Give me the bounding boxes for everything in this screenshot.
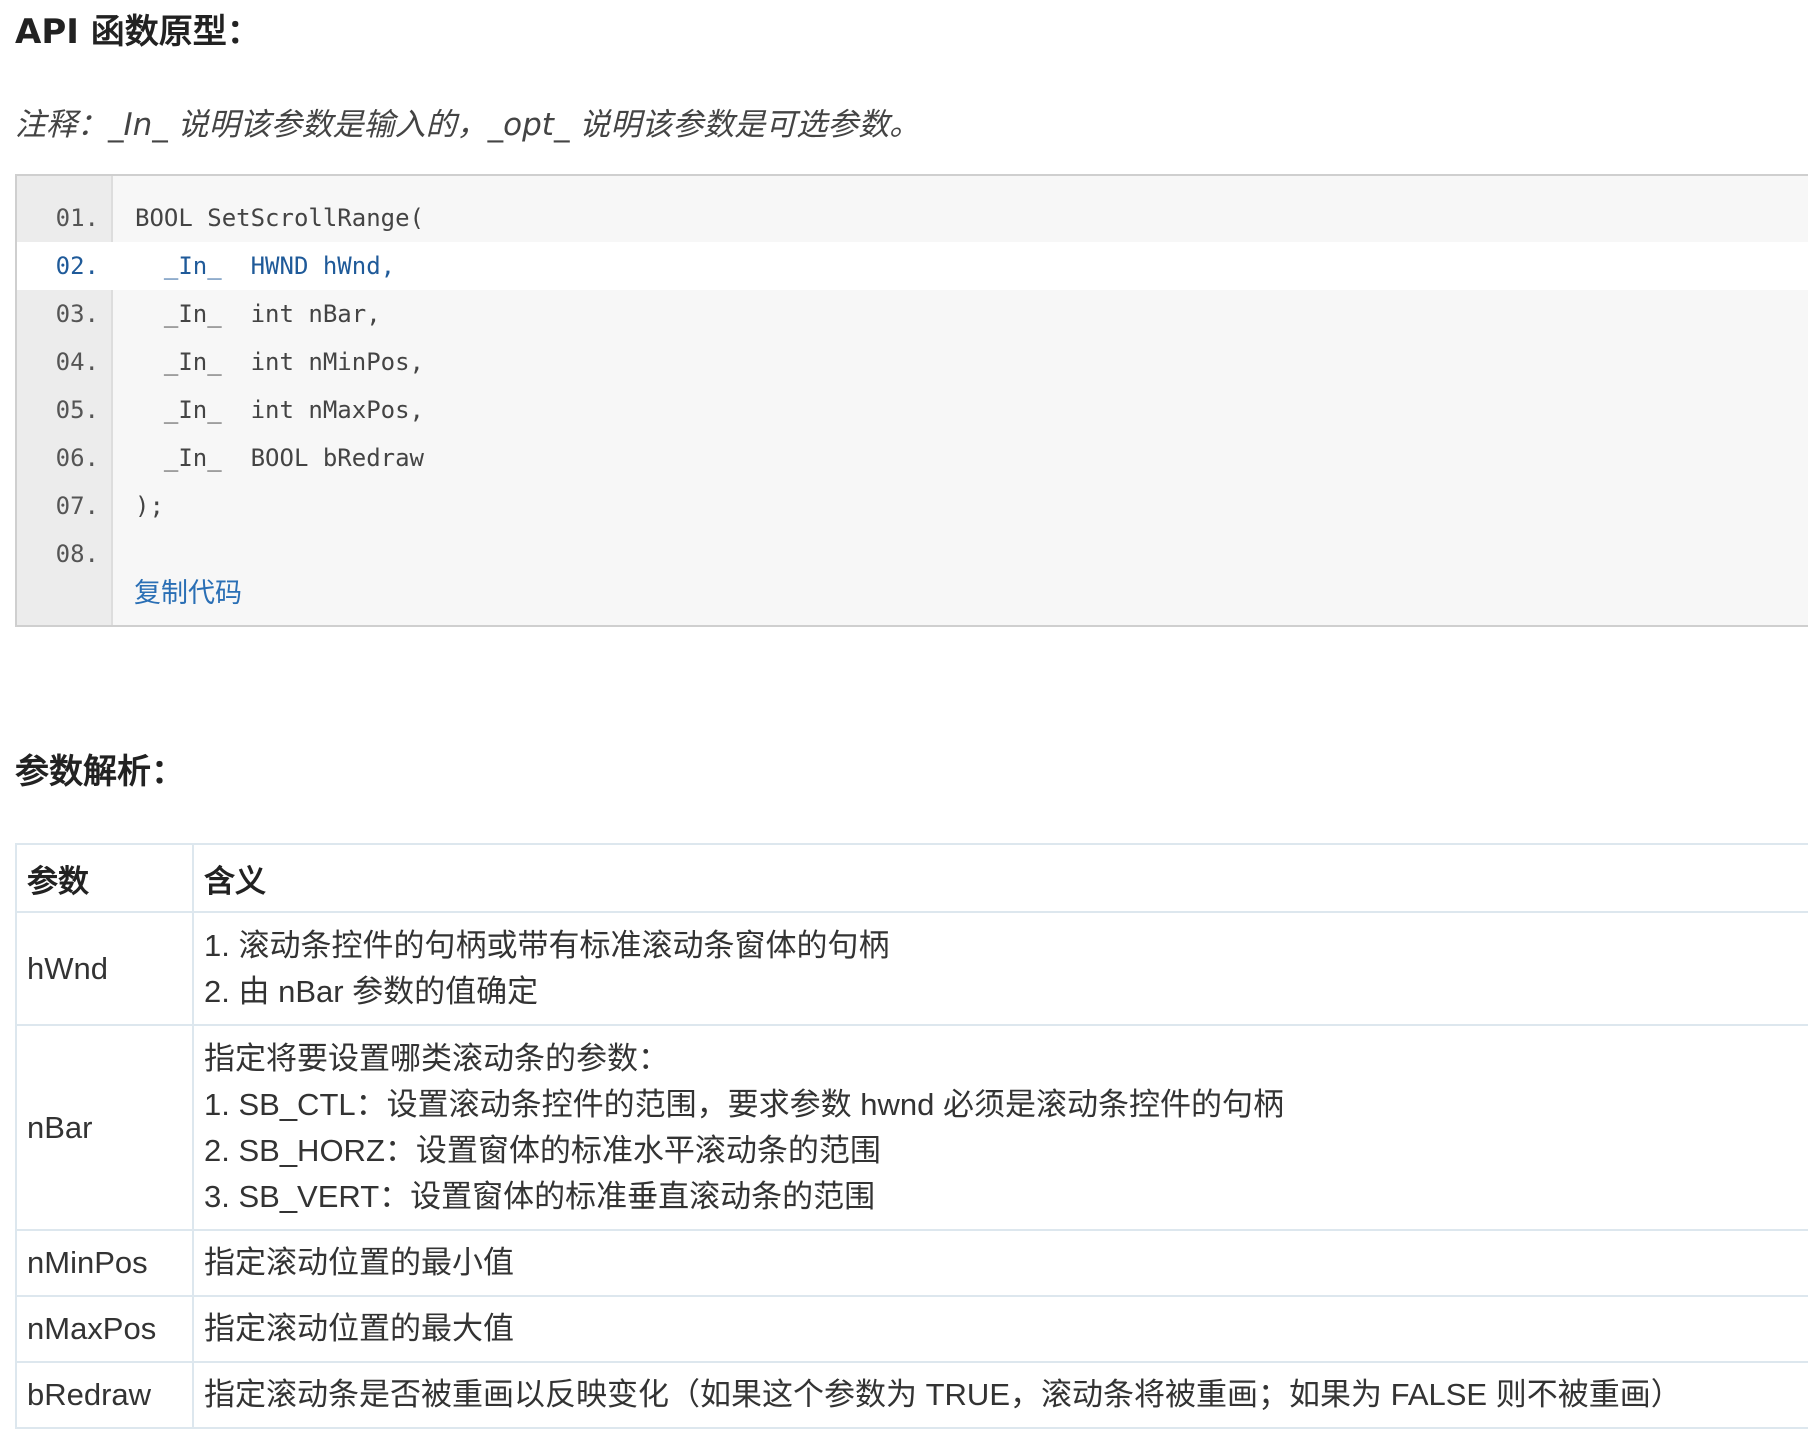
code-text: _In_ int nBar, xyxy=(135,300,381,328)
annotation-note: 注释：_In_ 说明该参数是输入的，_opt_ 说明该参数是可选参数。 xyxy=(15,107,921,143)
line-number: 02. xyxy=(55,252,99,280)
copy-code-link[interactable]: 复制代码 xyxy=(134,576,242,611)
param-name: hWnd xyxy=(15,911,194,1026)
table-row: nMinPos 指定滚动位置的最小值 xyxy=(15,1229,1808,1297)
param-name: nBar xyxy=(15,1024,194,1231)
line-number: 03. xyxy=(55,300,99,328)
line-number: 08. xyxy=(55,540,99,568)
param-meaning: 指定将要设置哪类滚动条的参数： 1. SB_CTL：设置滚动条控件的范围，要求参… xyxy=(192,1024,1808,1231)
api-heading: API 函数原型： xyxy=(15,12,261,52)
code-line-highlighted: 02. _In_ HWND hWnd, xyxy=(17,242,1808,290)
meaning-line: 1. SB_CTL：设置滚动条控件的范围，要求参数 hwnd 必须是滚动条控件的… xyxy=(204,1086,1284,1122)
meaning-line: 2. 由 nBar 参数的值确定 xyxy=(204,973,539,1009)
meaning-line: 指定滚动条是否被重画以反映变化（如果这个参数为 TRUE，滚动条将被重画；如果为… xyxy=(204,1377,1682,1412)
line-number: 07. xyxy=(55,492,99,520)
code-line: 08. xyxy=(17,530,1808,578)
meaning-line: 3. SB_VERT：设置窗体的标准垂直滚动条的范围 xyxy=(204,1178,876,1214)
meaning-line: 1. 滚动条控件的句柄或带有标准滚动条窗体的句柄 xyxy=(204,927,890,963)
param-meaning: 1. 滚动条控件的句柄或带有标准滚动条窗体的句柄 2. 由 nBar 参数的值确… xyxy=(192,911,1808,1026)
meaning-line: 指定滚动位置的最大值 xyxy=(204,1311,514,1346)
code-line: 05. _In_ int nMaxPos, xyxy=(17,386,1808,434)
code-line: 06. _In_ BOOL bRedraw xyxy=(17,434,1808,482)
code-line: 03. _In_ int nBar, xyxy=(17,290,1808,338)
header-meaning: 含义 xyxy=(192,843,1808,913)
param-meaning: 指定滚动位置的最小值 xyxy=(192,1229,1808,1297)
params-heading: 参数解析： xyxy=(15,752,185,792)
line-number: 04. xyxy=(55,348,99,376)
code-text: _In_ int nMinPos, xyxy=(135,348,424,376)
code-line: 07. ); xyxy=(17,482,1808,530)
line-number: 01. xyxy=(55,204,99,232)
code-text: _In_ HWND hWnd, xyxy=(135,252,396,280)
param-name: nMaxPos xyxy=(15,1295,194,1363)
meaning-line: 2. SB_HORZ：设置窗体的标准水平滚动条的范围 xyxy=(204,1132,881,1168)
code-block: 01. BOOL SetScrollRange( 02. _In_ HWND h… xyxy=(15,174,1808,627)
table-row: bRedraw 指定滚动条是否被重画以反映变化（如果这个参数为 TRUE，滚动条… xyxy=(15,1361,1808,1429)
table-row: nMaxPos 指定滚动位置的最大值 xyxy=(15,1295,1808,1363)
table-header-row: 参数 含义 xyxy=(15,843,1808,913)
code-text: _In_ BOOL bRedraw xyxy=(135,444,424,472)
meaning-line: 指定滚动位置的最小值 xyxy=(204,1245,514,1280)
param-meaning: 指定滚动位置的最大值 xyxy=(192,1295,1808,1363)
line-number: 06. xyxy=(55,444,99,472)
code-text: _In_ int nMaxPos, xyxy=(135,396,424,424)
table-row: nBar 指定将要设置哪类滚动条的参数： 1. SB_CTL：设置滚动条控件的范… xyxy=(15,1024,1808,1231)
code-text: ); xyxy=(135,492,164,520)
code-line: 01. BOOL SetScrollRange( xyxy=(17,194,1808,242)
header-param: 参数 xyxy=(15,843,194,913)
param-name: bRedraw xyxy=(15,1361,194,1429)
line-number: 05. xyxy=(55,396,99,424)
code-text: BOOL SetScrollRange( xyxy=(135,204,424,232)
params-table: 参数 含义 hWnd 1. 滚动条控件的句柄或带有标准滚动条窗体的句柄 2. 由… xyxy=(15,843,1808,1429)
meaning-line: 指定将要设置哪类滚动条的参数： xyxy=(204,1040,669,1076)
code-line: 04. _In_ int nMinPos, xyxy=(17,338,1808,386)
param-name: nMinPos xyxy=(15,1229,194,1297)
param-meaning: 指定滚动条是否被重画以反映变化（如果这个参数为 TRUE，滚动条将被重画；如果为… xyxy=(192,1361,1808,1429)
table-row: hWnd 1. 滚动条控件的句柄或带有标准滚动条窗体的句柄 2. 由 nBar … xyxy=(15,911,1808,1026)
